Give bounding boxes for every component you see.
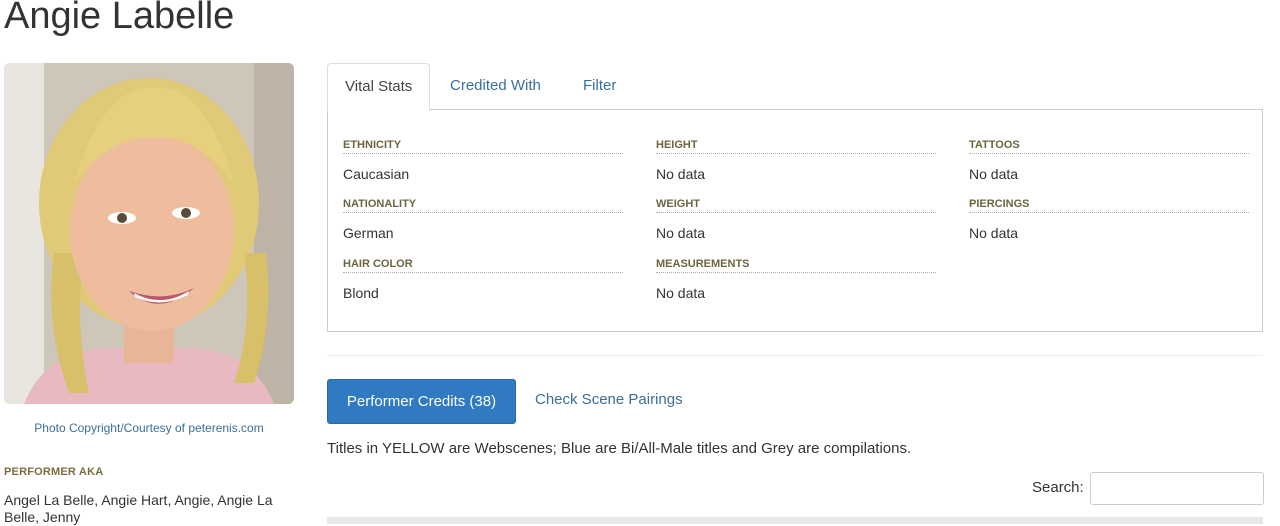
stat-value: Caucasian <box>343 166 410 182</box>
stat-measurements: MEASUREMENTS No data <box>656 257 936 301</box>
stat-label: PIERCINGS <box>969 197 1249 213</box>
aka-heading: PERFORMER AKA <box>4 466 104 478</box>
vital-stats-panel: ETHNICITY Caucasian NATIONALITY German H… <box>327 109 1263 332</box>
search-label: Search: <box>1032 479 1084 496</box>
performer-credits-button[interactable]: Performer Credits (38) <box>327 379 516 424</box>
stat-value: No data <box>656 225 706 241</box>
stat-weight: WEIGHT No data <box>656 197 936 241</box>
stat-hair-color: HAIR COLOR Blond <box>343 257 623 301</box>
stat-label: WEIGHT <box>656 197 936 213</box>
stat-value: No data <box>969 225 1019 241</box>
page-title: Angie Labelle <box>4 0 235 37</box>
stat-label: NATIONALITY <box>343 197 623 213</box>
tab-credited-with[interactable]: Credited With <box>450 63 541 109</box>
stat-value: Blond <box>343 285 379 301</box>
check-scene-pairings-link[interactable]: Check Scene Pairings <box>535 391 683 408</box>
section-divider <box>327 355 1263 356</box>
credits-legend-note: Titles in YELLOW are Webscenes; Blue are… <box>327 440 912 457</box>
stat-value: No data <box>969 166 1019 182</box>
stat-label: TATTOOS <box>969 138 1249 154</box>
credits-table-header <box>327 517 1263 524</box>
stat-value: German <box>343 225 394 241</box>
stat-label: ETHNICITY <box>343 138 623 154</box>
stat-ethnicity: ETHNICITY Caucasian <box>343 138 623 182</box>
stat-height: HEIGHT No data <box>656 138 936 182</box>
aka-list: Angel La Belle, Angie Hart, Angie, Angie… <box>4 492 273 525</box>
tab-vital-stats[interactable]: Vital Stats <box>327 63 431 111</box>
performer-photo <box>4 63 294 404</box>
stat-value: No data <box>656 166 706 182</box>
stat-piercings: PIERCINGS No data <box>969 197 1249 241</box>
tab-filter[interactable]: Filter <box>583 63 616 109</box>
stat-label: HEIGHT <box>656 138 936 154</box>
search-input[interactable] <box>1090 472 1264 505</box>
stat-nationality: NATIONALITY German <box>343 197 623 241</box>
stat-label: MEASUREMENTS <box>656 257 936 273</box>
stat-tattoos: TATTOOS No data <box>969 138 1249 182</box>
photo-credit: Photo Copyright/Courtesy of peterenis.co… <box>34 421 264 435</box>
stat-label: HAIR COLOR <box>343 257 623 273</box>
stat-value: No data <box>656 285 706 301</box>
